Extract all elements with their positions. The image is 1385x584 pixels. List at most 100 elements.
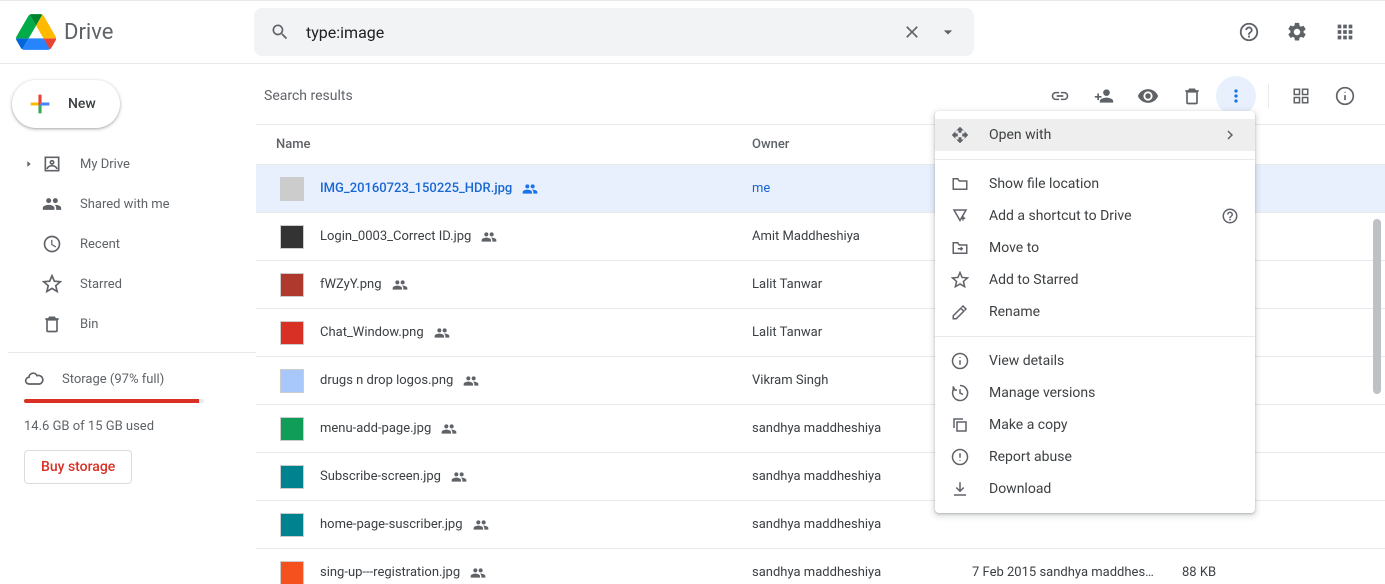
shared-icon [470, 565, 486, 581]
menu-item-history[interactable]: Manage versions [935, 377, 1255, 409]
menu-item-copy[interactable]: Make a copy [935, 409, 1255, 441]
sidebar-item-shared[interactable]: Shared with me [8, 184, 240, 224]
file-thumbnail [280, 273, 304, 297]
share-button[interactable] [1084, 76, 1124, 116]
file-thumbnail [280, 465, 304, 489]
storage-item[interactable]: Storage (97% full) [24, 369, 232, 389]
search-options-dropdown-icon[interactable] [930, 14, 966, 50]
menu-item-report[interactable]: Report abuse [935, 441, 1255, 473]
context-menu: Open with Show file location Add a shortcu… [935, 111, 1255, 513]
copy-icon [951, 416, 971, 434]
page-title: Search results [264, 88, 1040, 104]
menu-item-download[interactable]: Download [935, 473, 1255, 505]
storage-text: 14.6 GB of 15 GB used [24, 419, 232, 434]
file-thumbnail [280, 561, 304, 584]
file-name: Login_0003_Correct ID.jpg [320, 229, 471, 244]
menu-item-label: Move to [989, 240, 1039, 256]
star-icon [951, 271, 971, 289]
file-name: drugs n drop logos.png [320, 373, 453, 388]
search-box[interactable] [254, 8, 974, 56]
file-modified: 7 Feb 2015 sandhya maddhes… [972, 565, 1182, 580]
search-input[interactable] [298, 23, 894, 42]
sidebar: New My Drive Shared with me Recent Starred B… [0, 64, 256, 584]
trash-icon [42, 314, 62, 334]
file-name: home-page-suscriber.jpg [320, 517, 463, 532]
sidebar-item-label: Bin [80, 317, 98, 332]
sidebar-item-mydrive[interactable]: My Drive [8, 144, 240, 184]
help-icon[interactable] [1221, 207, 1239, 225]
menu-item-label: Manage versions [989, 385, 1095, 401]
col-name-header[interactable]: Name [264, 137, 752, 152]
settings-button[interactable] [1277, 12, 1317, 52]
file-owner: sandhya maddheshiya [752, 517, 972, 532]
shared-icon [434, 325, 450, 341]
history-icon [951, 384, 971, 402]
mydrive-icon [42, 154, 62, 174]
scrollbar[interactable] [1373, 219, 1381, 394]
more-actions-button[interactable] [1216, 76, 1256, 116]
menu-item-moveto[interactable]: Move to [935, 232, 1255, 264]
new-button-label: New [68, 96, 96, 112]
menu-item-label: Add to Starred [989, 272, 1078, 288]
shared-icon [473, 517, 489, 533]
menu-item-label: Open with [989, 127, 1051, 143]
menu-item-openwith[interactable]: Open with [935, 119, 1255, 151]
clear-search-icon[interactable] [894, 14, 930, 50]
menu-item-label: View details [989, 353, 1064, 369]
menu-item-shortcut[interactable]: Add a shortcut to Drive [935, 200, 1255, 232]
shared-icon [463, 373, 479, 389]
file-thumbnail [280, 513, 304, 537]
menu-item-label: Report abuse [989, 449, 1072, 465]
submenu-icon [1221, 126, 1239, 144]
menu-item-info[interactable]: View details [935, 345, 1255, 377]
file-thumbnail [280, 369, 304, 393]
shared-icon [451, 469, 467, 485]
recent-icon [42, 234, 62, 254]
menu-item-label: Rename [989, 304, 1040, 320]
file-thumbnail [280, 225, 304, 249]
storage-bar [24, 399, 204, 403]
download-icon [951, 480, 971, 498]
folder-icon [951, 175, 971, 193]
storage-section: Storage (97% full) 14.6 GB of 15 GB used… [8, 361, 256, 484]
sidebar-item-label: Starred [80, 277, 122, 292]
report-icon [951, 448, 971, 466]
remove-button[interactable] [1172, 76, 1212, 116]
menu-item-label: Show file location [989, 176, 1099, 192]
file-thumbnail [280, 177, 304, 201]
file-owner: sandhya maddheshiya [752, 565, 972, 580]
sidebar-item-star[interactable]: Starred [8, 264, 240, 304]
menu-item-rename[interactable]: Rename [935, 296, 1255, 328]
get-link-button[interactable] [1040, 76, 1080, 116]
menu-item-folder[interactable]: Show file location [935, 168, 1255, 200]
menu-item-star[interactable]: Add to Starred [935, 264, 1255, 296]
sidebar-item-recent[interactable]: Recent [8, 224, 240, 264]
search-icon[interactable] [262, 14, 298, 50]
support-button[interactable] [1229, 12, 1269, 52]
file-name: menu-add-page.jpg [320, 421, 431, 436]
openwith-icon [951, 126, 971, 144]
storage-label: Storage (97% full) [62, 372, 164, 387]
drive-logo-icon [16, 12, 56, 52]
shared-icon [522, 181, 538, 197]
preview-button[interactable] [1128, 76, 1168, 116]
file-name: Subscribe-screen.jpg [320, 469, 441, 484]
plus-icon [24, 88, 56, 120]
star-icon [42, 274, 62, 294]
expand-icon[interactable] [24, 159, 36, 169]
menu-item-label: Download [989, 481, 1051, 497]
apps-button[interactable] [1325, 12, 1365, 52]
app-name: Drive [64, 20, 113, 45]
buy-storage-button[interactable]: Buy storage [24, 450, 132, 484]
file-size: 88 KB [1182, 565, 1377, 580]
new-button[interactable]: New [12, 80, 120, 128]
grid-view-button[interactable] [1281, 76, 1321, 116]
file-thumbnail [280, 417, 304, 441]
logo-area[interactable]: Drive [16, 12, 254, 52]
sidebar-item-label: Shared with me [80, 197, 170, 212]
cloud-icon [24, 369, 44, 389]
menu-item-label: Add a shortcut to Drive [989, 208, 1132, 224]
sidebar-item-trash[interactable]: Bin [8, 304, 240, 344]
table-row[interactable]: sing-up---registration.jpgsandhya maddhe… [256, 549, 1385, 584]
view-details-button[interactable] [1325, 76, 1365, 116]
